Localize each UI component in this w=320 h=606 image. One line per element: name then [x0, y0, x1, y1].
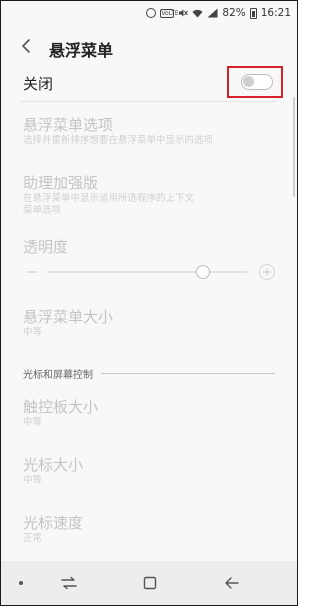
minus-icon[interactable]	[25, 265, 39, 279]
page-title: 悬浮菜单	[49, 41, 114, 60]
app-bar: 悬浮菜单	[1, 27, 297, 65]
signal-icon	[207, 8, 218, 18]
item-title: 光标大小	[23, 456, 84, 474]
item-subtitle: 中等	[23, 475, 43, 486]
battery-percent: 82%	[222, 7, 246, 19]
recents-icon	[61, 576, 77, 590]
item-title: 助理加强版	[23, 174, 99, 192]
item-title: 透明度	[23, 238, 69, 256]
back-icon	[225, 577, 239, 589]
wifi-icon	[192, 9, 203, 18]
recents-button[interactable]	[58, 572, 80, 594]
cursor-size-item[interactable]: 光标大小 中等	[23, 455, 273, 487]
item-title: 光标速度	[23, 514, 84, 532]
item-subtitle: 在悬浮菜单中显示适用所选程序的上下文菜单选项	[23, 193, 195, 216]
scrollbar[interactable]	[293, 97, 295, 197]
transparency-item: 透明度	[23, 237, 273, 257]
alarm-icon	[146, 8, 157, 18]
section-header: 光标和屏幕控制	[23, 366, 279, 381]
clock: 16:21	[260, 7, 291, 19]
navigation-bar	[1, 561, 297, 605]
cursor-speed-item[interactable]: 光标速度 正常	[23, 513, 273, 545]
item-subtitle: 中等	[23, 417, 43, 428]
divider	[21, 101, 277, 102]
item-subtitle: 中等	[23, 327, 43, 338]
back-arrow-icon	[22, 39, 30, 53]
floating-menu-options-item[interactable]: 悬浮菜单选项 选择并重新排序想要在悬浮菜单中显示的选项	[23, 115, 273, 147]
back-button[interactable]	[15, 35, 37, 57]
item-title: 触控板大小	[23, 398, 99, 416]
item-subtitle: 选择并重新排序想要在悬浮菜单中显示的选项	[23, 135, 214, 146]
battery-icon	[249, 7, 257, 19]
slider-thumb[interactable]	[196, 265, 210, 279]
master-switch-row[interactable]: 关闭	[1, 65, 297, 101]
item-title: 悬浮菜单大小	[23, 308, 114, 326]
home-button[interactable]	[139, 572, 161, 594]
mute-icon	[178, 8, 189, 18]
floating-menu-size-item[interactable]: 悬浮菜单大小 中等	[23, 307, 273, 339]
home-icon	[143, 576, 157, 590]
transparency-slider[interactable]	[23, 263, 279, 281]
plus-icon[interactable]	[259, 264, 275, 280]
status-bar: VoLTE 82% 16:21	[1, 1, 297, 27]
slider-track	[47, 271, 247, 273]
status-icons: VoLTE 82% 16:21	[146, 7, 291, 19]
nav-back-button[interactable]	[221, 572, 243, 594]
item-subtitle: 正常	[23, 533, 43, 544]
item-title: 悬浮菜单选项	[23, 116, 114, 134]
screen-frame: VoLTE 82% 16:21 悬浮菜单 关闭 悬浮菜单选项 选择并重新排序想要…	[0, 0, 298, 606]
nav-indicator-dot	[19, 581, 23, 585]
master-switch-label: 关闭	[23, 75, 54, 93]
touchpad-size-item[interactable]: 触控板大小 中等	[23, 397, 273, 429]
data-badge-icon: VoLTE	[160, 8, 179, 18]
master-toggle[interactable]	[241, 74, 273, 90]
assistant-plus-item[interactable]: 助理加强版 在悬浮菜单中显示适用所选程序的上下文菜单选项	[23, 173, 273, 217]
toggle-knob	[243, 76, 254, 87]
section-title: 光标和屏幕控制	[23, 366, 101, 381]
